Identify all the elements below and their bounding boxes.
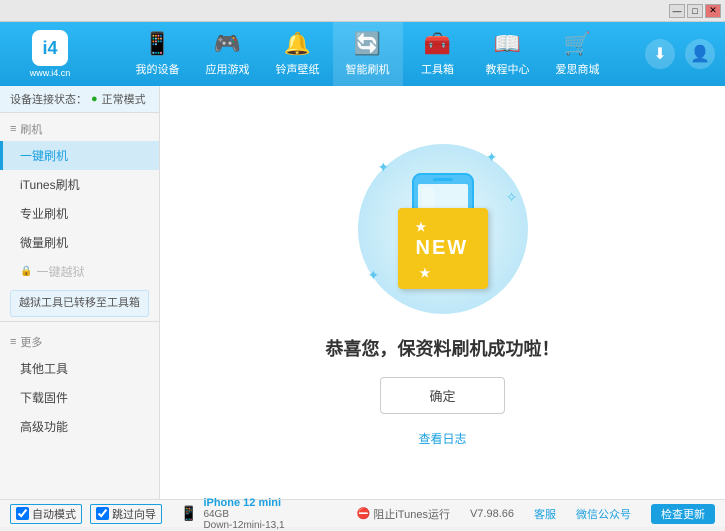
status-label: 设备连接状态： <box>10 91 87 107</box>
sidebar-item-advanced[interactable]: 高级功能 <box>0 412 159 441</box>
footer-left: 自动模式 跳过向导 📱 iPhone 12 mini 64GB Down-12m… <box>0 497 460 531</box>
notice-text: 越狱工具已转移至工具箱 <box>19 297 140 309</box>
logo-subtitle: www.i4.cn <box>30 68 71 78</box>
pro-flash-label: 专业刷机 <box>20 205 68 222</box>
auto-mode-checkbox[interactable] <box>16 507 29 520</box>
device-model: Down-12mini-13,1 <box>203 520 284 531</box>
jailbreak-label: 一键越狱 <box>36 263 84 280</box>
device-name: iPhone 12 mini <box>203 497 284 509</box>
sparkle-4: ✦ <box>368 267 380 284</box>
footer-right: V7.98.66 客服 微信公众号 检查更新 <box>460 504 725 524</box>
nav-smart-flash-label: 智能刷机 <box>346 61 390 77</box>
device-storage: 64GB <box>203 509 284 520</box>
new-badge-text: NEW <box>416 237 469 259</box>
share-link-text: 查看日志 <box>418 432 466 446</box>
sidebar-item-one-click-flash[interactable]: 一键刷机 <box>0 141 159 170</box>
nav-apps-games[interactable]: 🎮 应用游戏 <box>193 22 263 86</box>
maximize-button[interactable]: □ <box>687 4 703 18</box>
wechat-link[interactable]: 微信公众号 <box>576 506 631 522</box>
device-info: 📱 iPhone 12 mini 64GB Down-12mini-13,1 <box>180 497 285 531</box>
more-section-header: ≡ 更多 <box>0 326 159 354</box>
sidebar: 设备连接状态： ● 正常模式 ≡ 刷机 一键刷机 iTunes刷机 专业刷机 微… <box>0 86 160 499</box>
nav-apps-games-label: 应用游戏 <box>206 61 250 77</box>
more-section-icon: ≡ <box>10 336 16 348</box>
version-label: V7.98.66 <box>470 508 514 520</box>
sparkle-3: ✧ <box>506 189 518 206</box>
logo: i4 www.i4.cn <box>10 30 90 78</box>
skip-wizard-checkbox[interactable] <box>96 507 109 520</box>
nav-store[interactable]: 🛒 爱思商城 <box>543 22 613 86</box>
flash-section-label: 刷机 <box>20 121 42 137</box>
new-ribbon: NEW <box>398 208 488 289</box>
sidebar-item-one-jailbreak: 🔒 一键越狱 <box>0 257 159 286</box>
skip-wizard-label: 跳过向导 <box>112 506 156 522</box>
flash-section-header: ≡ 刷机 <box>0 113 159 141</box>
more-section-label: 更多 <box>20 334 42 350</box>
sidebar-item-pro-flash[interactable]: 专业刷机 <box>0 199 159 228</box>
sparkle-1: ✦ <box>378 159 390 176</box>
success-illustration: ✦ ✦ ✧ ✦ NEW <box>326 139 560 447</box>
nav-toolbox[interactable]: 🧰 工具箱 <box>403 22 473 86</box>
flash-section-icon: ≡ <box>10 123 16 135</box>
logo-icon: i4 <box>32 30 68 66</box>
sidebar-item-itunes-flash[interactable]: iTunes刷机 <box>0 170 159 199</box>
nav-bar: i4 www.i4.cn 📱 我的设备 🎮 应用游戏 🔔 铃声壁纸 🔄 智能刷机… <box>0 22 725 86</box>
store-icon: 🛒 <box>564 31 591 57</box>
success-title: 恭喜您，保资料刷机成功啦！ <box>326 335 560 361</box>
main-layout: 设备连接状态： ● 正常模式 ≡ 刷机 一键刷机 iTunes刷机 专业刷机 微… <box>0 86 725 499</box>
share-link[interactable]: 查看日志 <box>418 430 466 447</box>
device-phone-icon: 📱 <box>180 505 197 522</box>
update-button[interactable]: 检查更新 <box>651 504 715 524</box>
nav-ringtone[interactable]: 🔔 铃声壁纸 <box>263 22 333 86</box>
stop-itunes-icon: ⛔ <box>357 507 371 520</box>
content-area: ✦ ✦ ✧ ✦ NEW <box>160 86 725 499</box>
itunes-flash-label: iTunes刷机 <box>20 176 80 193</box>
minimize-button[interactable]: — <box>669 4 685 18</box>
nav-items: 📱 我的设备 🎮 应用游戏 🔔 铃声壁纸 🔄 智能刷机 🧰 工具箱 📖 教程中心… <box>90 22 645 86</box>
nav-my-device-label: 我的设备 <box>136 61 180 77</box>
nav-smart-flash[interactable]: 🔄 智能刷机 <box>333 22 403 86</box>
download-firmware-label: 下载固件 <box>20 389 68 406</box>
apps-games-icon: 🎮 <box>214 31 241 57</box>
service-link[interactable]: 客服 <box>534 506 556 522</box>
nav-my-device[interactable]: 📱 我的设备 <box>123 22 193 86</box>
stop-itunes-button[interactable]: ⛔ 阻止iTunes运行 <box>357 506 450 522</box>
auto-mode-label: 自动模式 <box>32 506 76 522</box>
user-button[interactable]: 👤 <box>685 39 715 69</box>
nav-toolbox-label: 工具箱 <box>421 61 454 77</box>
other-tools-label: 其他工具 <box>20 360 68 377</box>
battery-flash-label: 微量刷机 <box>20 234 68 251</box>
toolbox-icon: 🧰 <box>424 31 451 57</box>
nav-ringtone-label: 铃声壁纸 <box>276 61 320 77</box>
smart-flash-icon: 🔄 <box>354 31 381 57</box>
sparkle-2: ✦ <box>486 149 498 166</box>
one-click-flash-label: 一键刷机 <box>20 147 68 164</box>
nav-tutorial[interactable]: 📖 教程中心 <box>473 22 543 86</box>
confirm-button[interactable]: 确定 <box>380 377 504 414</box>
advanced-label: 高级功能 <box>20 418 68 435</box>
update-button-label: 检查更新 <box>661 509 705 521</box>
title-bar: — □ ✕ <box>0 0 725 22</box>
phone-container: ✦ ✦ ✧ ✦ NEW <box>353 139 533 319</box>
sidebar-item-battery-flash[interactable]: 微量刷机 <box>0 228 159 257</box>
status-dot: ● <box>91 93 98 105</box>
sidebar-divider <box>0 321 159 322</box>
download-button[interactable]: ⬇ <box>645 39 675 69</box>
auto-mode-checkbox-item[interactable]: 自动模式 <box>10 504 82 524</box>
stop-itunes-label: 阻止iTunes运行 <box>373 506 450 522</box>
tutorial-icon: 📖 <box>494 31 521 57</box>
sidebar-item-other-tools[interactable]: 其他工具 <box>0 354 159 383</box>
status-value: 正常模式 <box>102 91 146 107</box>
nav-store-label: 爱思商城 <box>556 61 600 77</box>
my-device-icon: 📱 <box>144 31 171 57</box>
jailbreak-notice: 越狱工具已转移至工具箱 <box>10 290 149 317</box>
nav-tutorial-label: 教程中心 <box>486 61 530 77</box>
connection-status-bar: 设备连接状态： ● 正常模式 <box>0 86 159 113</box>
close-button[interactable]: ✕ <box>705 4 721 18</box>
nav-right: ⬇ 👤 <box>645 39 715 69</box>
ringtone-icon: 🔔 <box>284 31 311 57</box>
skip-wizard-checkbox-item[interactable]: 跳过向导 <box>90 504 162 524</box>
sidebar-item-download-firmware[interactable]: 下载固件 <box>0 383 159 412</box>
confirm-button-label: 确定 <box>429 389 455 404</box>
